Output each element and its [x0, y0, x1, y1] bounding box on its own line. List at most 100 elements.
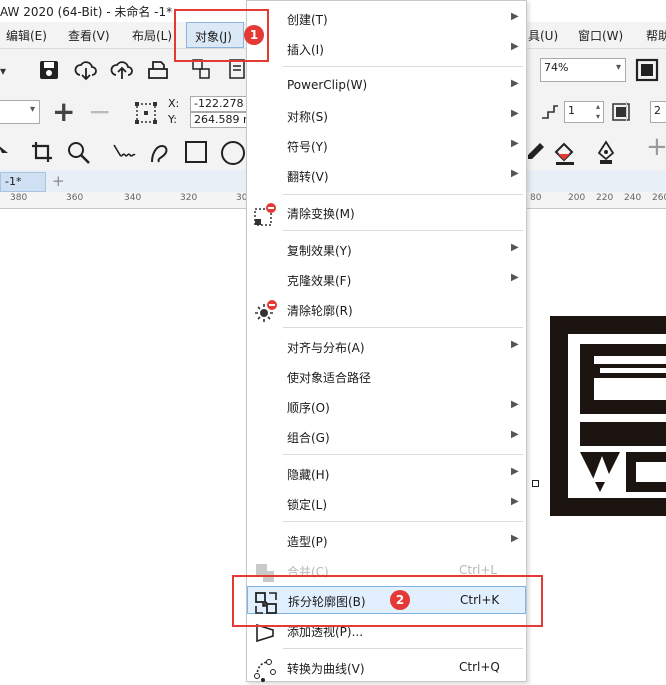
spinner-icon[interactable]: ▴ ▾ [596, 102, 600, 122]
menu-separator [283, 648, 523, 649]
menu-item-label: 对称(S) [287, 110, 328, 124]
ruler-tick: 320 [180, 193, 198, 203]
export-icon[interactable] [110, 59, 134, 86]
menu-item-clone-effect[interactable]: 克隆效果(F) ▶ [247, 266, 526, 294]
menu-separator [283, 66, 523, 67]
menu-item-insert[interactable]: 插入(I) ▶ [247, 35, 526, 63]
menu-item-clear-outline[interactable]: 清除轮廓(R) [247, 296, 526, 324]
submenu-arrow-icon: ▶ [511, 168, 519, 179]
plus-icon[interactable]: + [52, 98, 75, 126]
menu-item-label: 造型(P) [287, 535, 328, 549]
eyedropper-tool-icon[interactable] [526, 141, 546, 168]
menu-separator [283, 521, 523, 522]
submenu-arrow-icon: ▶ [511, 138, 519, 149]
x-position-input[interactable]: -122.278 r [190, 96, 248, 112]
minus-icon[interactable]: − [88, 98, 111, 126]
menu-item-clear-transform[interactable]: 清除变换(M) [247, 199, 526, 227]
menu-item-symbol[interactable]: 符号(Y) ▶ [247, 132, 526, 160]
menu-item-label: 使对象适合路径 [287, 371, 372, 385]
ruler-tick: 200 [568, 193, 586, 203]
clear-transform-icon [253, 203, 276, 226]
convert-curves-icon [253, 658, 276, 682]
ruler-tick: 380 [10, 193, 28, 203]
menu-item-lock[interactable]: 锁定(L) ▶ [247, 490, 526, 518]
menu-item-label: 翻转(V) [287, 170, 329, 184]
ruler-tick: 220 [596, 193, 614, 203]
menu-item-powerclip[interactable]: PowerClip(W) ▶ [247, 72, 526, 100]
submenu-arrow-icon: ▶ [511, 496, 519, 507]
menu-item-label: 创建(T) [287, 13, 328, 27]
object-select[interactable]: ▾ [0, 100, 40, 124]
menu-item-label: PowerClip(W) [287, 78, 368, 92]
menu-item-group[interactable]: 组合(G) ▶ [247, 423, 526, 451]
save-icon[interactable] [38, 59, 60, 86]
add-tool-icon[interactable]: + [646, 134, 666, 160]
menu-item-label: 符号(Y) [287, 140, 328, 154]
print-icon[interactable] [146, 59, 170, 86]
ellipse-tool-icon[interactable] [220, 140, 246, 171]
property-separator [626, 101, 645, 121]
menu-item-copy-effect[interactable]: 复制效果(Y) ▶ [247, 236, 526, 264]
menu-item-flip[interactable]: 翻转(V) ▶ [247, 162, 526, 190]
menu-separator [283, 454, 523, 455]
submenu-arrow-icon: ▶ [511, 466, 519, 477]
menu-item-create[interactable]: 创建(T) ▶ [247, 5, 526, 33]
menu-item-shortcut: Ctrl+Q [459, 660, 500, 674]
menu-item-label: 顺序(O) [287, 401, 330, 415]
submenu-arrow-icon: ▶ [511, 399, 519, 410]
freehand-tool-icon[interactable] [112, 141, 138, 170]
add-tab-button[interactable]: + [52, 172, 65, 190]
menu-item-label: 锁定(L) [287, 498, 328, 512]
menu-item-order[interactable]: 顺序(O) ▶ [247, 393, 526, 421]
zoom-level-select[interactable]: 74% ▾ [540, 58, 626, 82]
rectangle-tool-icon[interactable] [184, 140, 208, 169]
x-position-value: -122.278 r [194, 97, 248, 110]
menu-item-convert-to-curves[interactable]: 转换为曲线(V) Ctrl+Q [247, 654, 526, 682]
submenu-arrow-icon: ▶ [511, 272, 519, 283]
fill-tool-icon[interactable] [552, 140, 578, 171]
full-screen-icon[interactable] [634, 57, 660, 88]
menu-separator [283, 327, 523, 328]
y-position-value: 264.589 m [194, 113, 248, 126]
menu-layout[interactable]: 布局(L) [132, 27, 172, 44]
submenu-arrow-icon: ▶ [511, 41, 519, 52]
count-input[interactable]: 1 ▴ ▾ [564, 101, 604, 123]
menu-window[interactable]: 窗口(W) [578, 27, 623, 44]
object-select-dropdown-icon: ▾ [29, 104, 35, 115]
menu-item-label: 组合(G) [287, 431, 330, 445]
menu-edit[interactable]: 编辑(E) [6, 27, 47, 44]
right-value-input[interactable]: 2 [650, 101, 666, 123]
menu-item-shaping[interactable]: 造型(P) ▶ [247, 527, 526, 555]
pick-tool-icon[interactable] [0, 141, 10, 166]
y-position-input[interactable]: 264.589 m [190, 112, 248, 128]
import-icon[interactable] [74, 59, 98, 86]
submenu-arrow-icon: ▶ [511, 78, 519, 89]
submenu-arrow-icon: ▶ [511, 533, 519, 544]
menu-item-label: 转换为曲线(V) [287, 662, 365, 676]
menu-tools[interactable]: 具(U) [528, 27, 558, 44]
menu-item-align-distribute[interactable]: 对齐与分布(A) ▶ [247, 333, 526, 361]
ruler-tick: 340 [124, 193, 142, 203]
menu-item-symmetry[interactable]: 对称(S) ▶ [247, 102, 526, 130]
selection-handle[interactable] [532, 480, 539, 487]
document-tab[interactable]: -1* [0, 172, 46, 192]
annotation-box-break-contour [232, 575, 543, 627]
artistic-media-tool-icon[interactable] [148, 140, 174, 171]
outline-width-icon [540, 101, 560, 126]
canvas-text-object[interactable] [540, 312, 666, 518]
menu-item-hide[interactable]: 隐藏(H) ▶ [247, 460, 526, 488]
menu-item-label: 插入(I) [287, 43, 324, 57]
menu-item-label: 复制效果(Y) [287, 244, 352, 258]
zoom-tool-icon[interactable] [66, 140, 92, 171]
dropdown-arrow-icon[interactable]: ▾ [0, 61, 6, 81]
menu-item-fit-to-path[interactable]: 使对象适合路径 [247, 363, 526, 391]
crop-tool-icon[interactable] [30, 140, 54, 169]
menu-help[interactable]: 帮助 [646, 27, 666, 44]
menu-item-label: 隐藏(H) [287, 468, 330, 482]
pen-tool-icon[interactable] [596, 140, 616, 171]
submenu-arrow-icon: ▶ [511, 242, 519, 253]
menu-separator [283, 230, 523, 231]
position-anchor-icon[interactable] [134, 101, 160, 130]
menu-view[interactable]: 查看(V) [68, 27, 110, 44]
document-tab-label: -1* [5, 175, 22, 188]
